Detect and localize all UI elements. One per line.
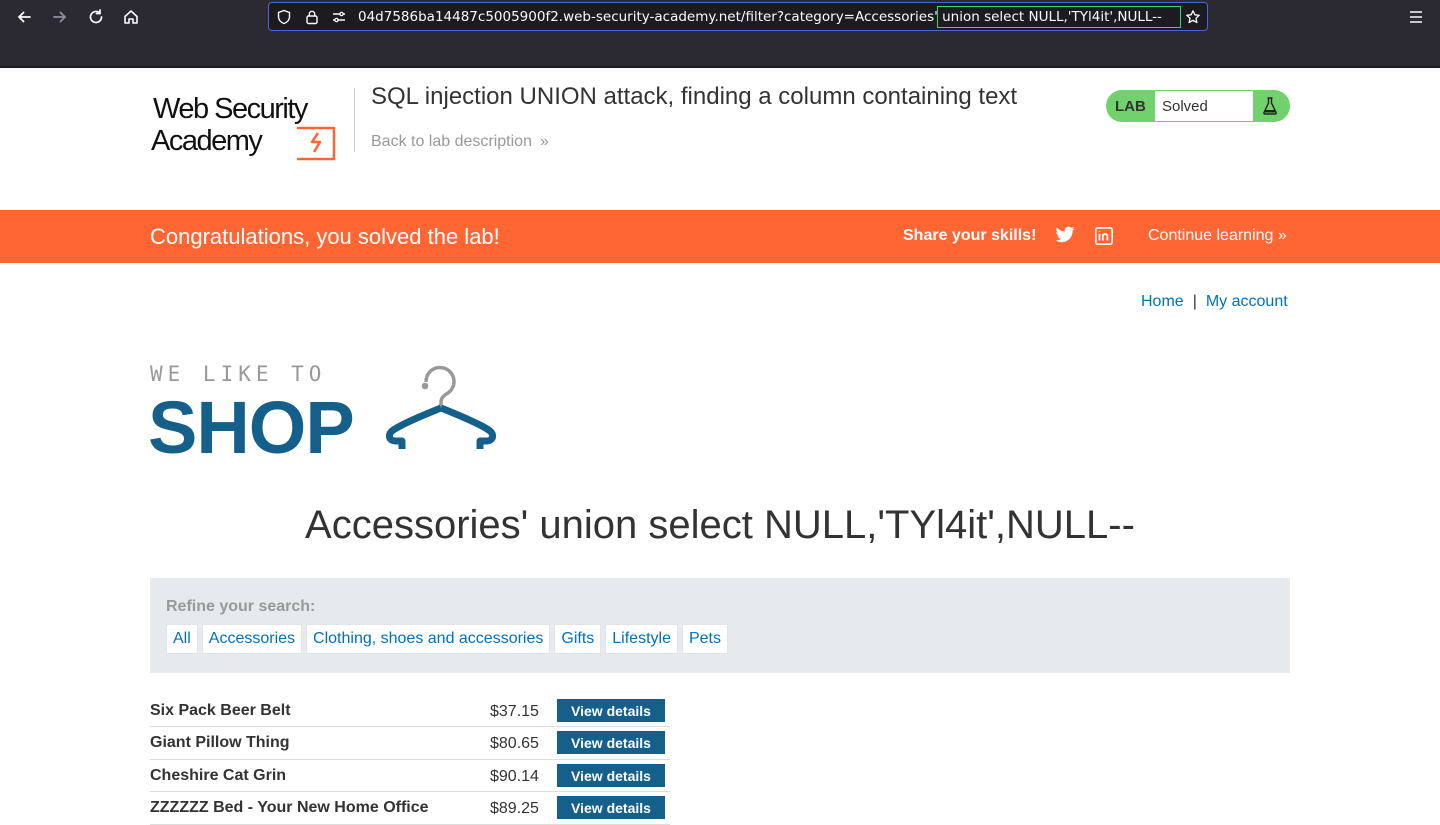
congratulations-message: Congratulations, you solved the lab! [150, 224, 500, 249]
shop-top-nav: Home | My account [1141, 293, 1288, 311]
permissions-icon[interactable] [331, 9, 347, 25]
filter-gifts[interactable]: Gifts [554, 624, 602, 654]
browser-toolbar: 04d7586ba14487c5005900f2.web-security-ac… [0, 0, 1440, 68]
product-table: Six Pack Beer Belt $37.15 View details G… [150, 695, 670, 825]
share-skills-label: Share your skills! [903, 227, 1037, 244]
refine-search-label: Refine your search: [166, 598, 316, 615]
view-details-button[interactable]: View details [557, 731, 665, 755]
table-row: Giant Pillow Thing $80.65 View details [150, 727, 670, 760]
svg-text:Academy: Academy [151, 125, 263, 157]
lock-icon[interactable] [304, 9, 320, 25]
nav-separator: | [1192, 293, 1197, 310]
product-name: Six Pack Beer Belt [150, 702, 291, 719]
bookmark-star-icon[interactable] [1185, 9, 1201, 25]
table-row: ZZZZZZ Bed - Your New Home Office $89.25… [150, 792, 670, 825]
lab-header: Web Security Academy SQL injection UNION… [0, 68, 1440, 210]
forward-icon [53, 11, 67, 23]
view-details-button[interactable]: View details [557, 699, 665, 722]
svg-text:WE LIKE TO: WE LIKE TO [150, 362, 326, 386]
lab-title: SQL injection UNION attack, finding a co… [371, 83, 1018, 110]
table-row: Cheshire Cat Grin $90.14 View details [150, 760, 670, 793]
filter-lifestyle[interactable]: Lifestyle [605, 624, 678, 654]
back-link-label[interactable]: Back to lab description [371, 133, 532, 150]
lab-status-badge: LAB Solved [1106, 90, 1290, 122]
reload-button[interactable] [82, 4, 110, 30]
product-name: Cheshire Cat Grin [150, 766, 287, 784]
product-price: $90.14 [490, 767, 539, 785]
linkedin-icon[interactable] [1095, 227, 1113, 245]
filter-panel: Refine your search: All Accessories Clot… [150, 578, 1290, 673]
filter-accessories[interactable]: Accessories [201, 624, 303, 654]
url-bar[interactable]: 04d7586ba14487c5005900f2.web-security-ac… [268, 2, 1208, 31]
table-row: Six Pack Beer Belt $37.15 View details [150, 695, 670, 728]
back-button[interactable] [10, 4, 38, 30]
product-price: $80.65 [490, 735, 539, 753]
web-security-academy-logo[interactable]: Web Security Academy [150, 90, 355, 162]
view-details-button[interactable]: View details [557, 763, 665, 787]
flask-icon [1263, 97, 1277, 115]
view-details-button[interactable]: View details [557, 796, 665, 820]
back-to-lab-description-link[interactable]: Back to lab description » [371, 133, 549, 151]
filter-clothing-shoes-accessories[interactable]: Clothing, shoes and accessories [306, 624, 551, 654]
lab-solved-banner: Congratulations, you solved the lab! Sha… [0, 210, 1440, 263]
double-chevron-right-icon: » [539, 133, 549, 150]
reload-icon [89, 9, 103, 24]
lab-label: LAB [1115, 98, 1146, 115]
svg-text:SHOP: SHOP [150, 386, 354, 458]
svg-text:Web Security: Web Security [153, 93, 309, 125]
category-filter-list: All Accessories Clothing, shoes and acce… [166, 624, 732, 654]
my-account-link[interactable]: My account [1206, 293, 1288, 310]
home-link[interactable]: Home [1141, 293, 1184, 310]
product-name: Giant Pillow Thing [150, 734, 290, 752]
forward-button[interactable] [46, 4, 74, 30]
product-price: $37.15 [490, 703, 539, 720]
filter-all[interactable]: All [166, 624, 198, 654]
url-selection-highlight [937, 6, 1181, 28]
home-icon [124, 10, 138, 24]
continue-learning-label[interactable]: Continue learning [1148, 227, 1273, 244]
twitter-icon[interactable] [1055, 226, 1075, 244]
lab-status-value: Solved [1155, 91, 1253, 121]
product-name: ZZZZZZ Bed - Your New Home Office [150, 799, 429, 817]
menu-icon[interactable] [1404, 6, 1428, 28]
back-icon [17, 11, 31, 23]
product-price: $89.25 [490, 800, 539, 818]
continue-learning-link[interactable]: Continue learning » [1148, 227, 1287, 245]
filter-pets[interactable]: Pets [681, 624, 728, 654]
home-button[interactable] [117, 4, 145, 30]
shield-icon[interactable] [276, 9, 292, 25]
we-like-to-shop-logo: WE LIKE TO SHOP [150, 362, 497, 458]
category-heading: Accessories' union select NULL,'TYl4it',… [305, 503, 1135, 547]
header-divider [354, 88, 355, 152]
double-chevron-right-icon: » [1277, 227, 1287, 244]
